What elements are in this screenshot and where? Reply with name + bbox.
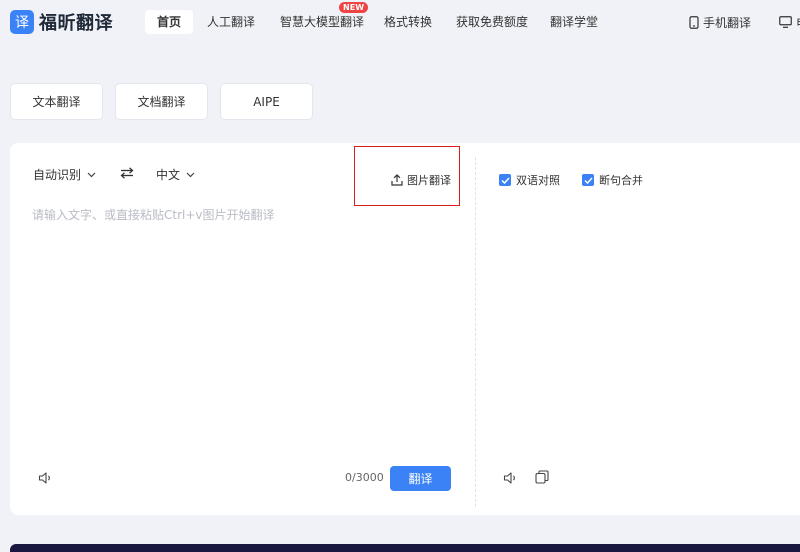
sentence-merge-checkbox[interactable]: 断句合并 — [582, 172, 643, 188]
speaker-icon[interactable] — [503, 471, 518, 485]
chevron-down-icon — [186, 172, 195, 177]
target-language-label: 中文 — [156, 168, 181, 182]
desktop-link[interactable]: 电 — [779, 10, 800, 34]
nav-item-home[interactable]: 首页 — [145, 10, 194, 34]
brand-name: 福昕翻译 — [39, 13, 113, 34]
nav-item-llm-translation-label: 智慧大模型翻译 — [280, 15, 365, 29]
translate-button[interactable]: 翻译 — [390, 466, 451, 491]
source-text-input[interactable]: 请输入文字、或直接粘贴Ctrl+v图片开始翻译 — [32, 206, 275, 223]
target-language-select[interactable]: 中文 — [156, 166, 195, 183]
translation-panel: 自动识别 中文 图片翻译 请输入文字、或直接粘贴Ctrl+v图片开始翻译 双语对… — [10, 143, 800, 515]
upload-icon — [391, 174, 403, 186]
footer-banner — [10, 544, 800, 552]
source-language-select[interactable]: 自动识别 — [33, 166, 96, 183]
monitor-icon — [779, 16, 792, 28]
swap-languages-icon[interactable] — [120, 167, 134, 179]
new-badge: NEW — [339, 2, 369, 13]
tab-text-translation[interactable]: 文本翻译 — [10, 83, 103, 120]
nav-item-llm-translation[interactable]: 智慧大模型翻译 NEW — [280, 2, 369, 34]
nav-item-human-translation[interactable]: 人工翻译 — [207, 10, 255, 34]
copy-icon[interactable] — [535, 470, 549, 484]
nav-item-format-conversion[interactable]: 格式转换 — [384, 10, 432, 34]
nav-item-academy[interactable]: 翻译学堂 — [550, 10, 598, 34]
sentence-merge-label: 断句合并 — [599, 174, 643, 187]
panel-divider — [475, 157, 476, 507]
logo[interactable]: 译 福昕翻译 — [10, 9, 113, 35]
source-language-label: 自动识别 — [33, 168, 82, 182]
character-counter: 0/3000 — [345, 471, 384, 484]
image-translate-button[interactable]: 图片翻译 — [391, 172, 451, 188]
mobile-translation-link[interactable]: 手机翻译 — [689, 10, 751, 34]
tab-aipe[interactable]: AIPE — [220, 83, 313, 120]
bilingual-checkbox[interactable]: 双语对照 — [499, 172, 560, 188]
chevron-down-icon — [87, 172, 96, 177]
phone-icon — [689, 15, 699, 29]
nav-item-free-quota[interactable]: 获取免费额度 — [456, 10, 528, 34]
mobile-translation-label: 手机翻译 — [703, 15, 752, 30]
logo-icon: 译 — [10, 10, 34, 34]
top-navigation: 译 福昕翻译 首页 人工翻译 智慧大模型翻译 NEW 格式转换 获取免费额度 翻… — [0, 0, 800, 42]
tab-document-translation[interactable]: 文档翻译 — [115, 83, 208, 120]
bilingual-label: 双语对照 — [516, 174, 560, 187]
image-translate-label: 图片翻译 — [407, 174, 451, 187]
desktop-label: 电 — [796, 14, 800, 31]
speaker-icon[interactable] — [38, 471, 53, 485]
checkbox-checked-icon — [582, 174, 594, 186]
checkbox-checked-icon — [499, 174, 511, 186]
